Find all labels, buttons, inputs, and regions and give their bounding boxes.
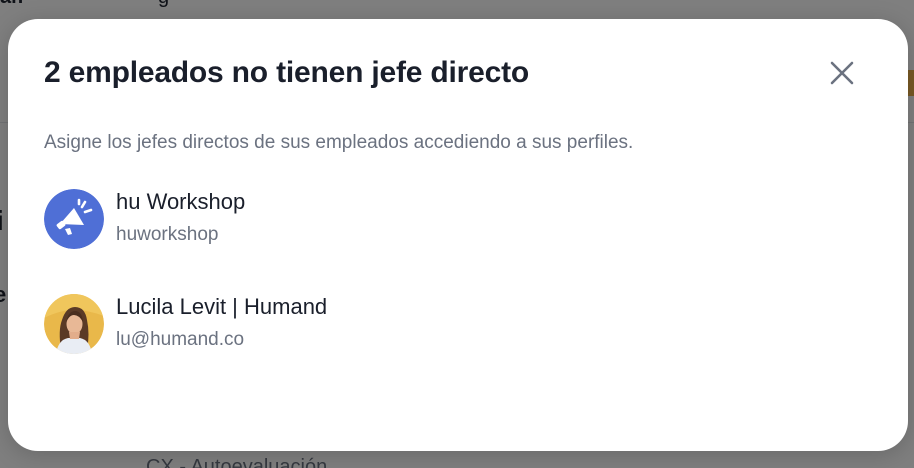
employee-item[interactable]: Lucila Levit | Humand lu@humand.co xyxy=(44,293,644,355)
missing-manager-dialog: 2 empleados no tienen jefe directo Asign… xyxy=(8,19,908,451)
employee-email: lu@humand.co xyxy=(116,329,245,350)
dialog-description: Asigne los jefes directos de sus emplead… xyxy=(44,132,634,153)
user-photo xyxy=(44,294,104,354)
dialog-title: 2 empleados no tienen jefe directo xyxy=(44,56,529,89)
employee-name: Lucila Levit | Humand xyxy=(116,294,328,319)
avatar xyxy=(44,294,104,354)
close-button[interactable] xyxy=(824,55,860,91)
employee-username: huworkshop xyxy=(116,224,219,245)
employee-item[interactable]: hu Workshop huworkshop xyxy=(44,188,644,250)
megaphone-icon xyxy=(44,189,104,249)
close-icon xyxy=(824,55,860,91)
employee-name: hu Workshop xyxy=(116,189,246,214)
avatar xyxy=(44,189,104,249)
